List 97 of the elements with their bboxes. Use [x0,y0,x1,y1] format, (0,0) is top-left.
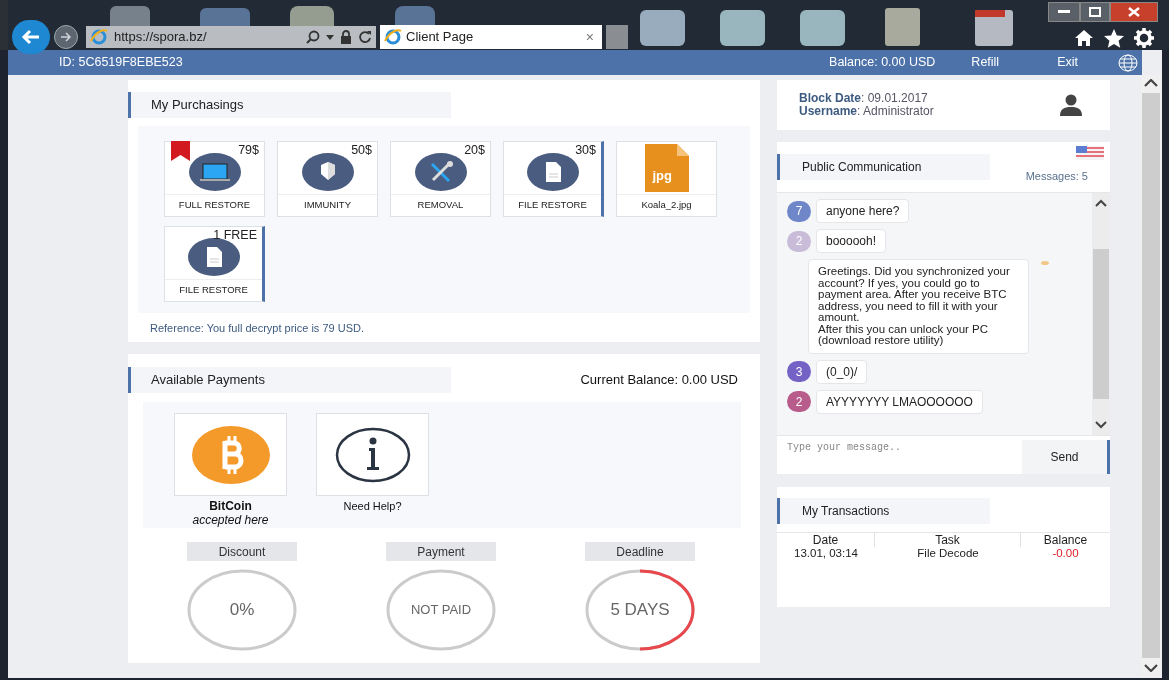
gauge-label: Deadline [585,542,695,561]
column-header: Date [777,533,875,547]
status-icon [1041,261,1049,265]
avatar-badge: 2 [787,391,811,412]
arrow-left-icon [21,29,41,45]
refresh-icon[interactable] [358,30,372,44]
document-icon [526,153,579,191]
gauge-value: NOT PAID [410,601,472,620]
price-text: 50$ [351,143,372,157]
image-file-icon [642,144,691,192]
chat-message: Greetings. Did you synchronized your account? If yes, you could go to payment area. After you receive BTC address, you need to fill it with your amount. After this you can unlock your PC (download restore utility) [808,259,1029,354]
browser-logo-icon [90,29,108,45]
gauge-label: Payment [386,542,496,561]
block-date: Block Date: 09.01.2017 [799,92,929,105]
payment-note: accepted here [192,513,269,527]
tools-icon [414,153,467,191]
arrow-right-icon [60,32,72,42]
browser-logo-icon [384,29,402,45]
laptop-icon [188,153,241,191]
avatar-badge: 3 [787,361,811,382]
product-tile[interactable]: 79$ FULL RESTORE [164,141,265,217]
nav-link[interactable]: Refill [971,53,1000,72]
section-header: Available Payments [128,367,451,393]
gauge-value: 0% [229,599,255,622]
home-icon[interactable] [1074,29,1094,47]
close-tab-button[interactable]: × [581,26,598,48]
shield-icon [301,153,354,191]
search-icon[interactable] [306,30,320,44]
payment-name: BitCoin [209,499,252,513]
price-text: 30$ [575,143,596,157]
product-label: REMOVAL [391,194,490,216]
scroll-down-icon[interactable] [1095,421,1107,429]
current-balance: Current Balance: 0.00 USD [580,371,738,390]
nav-link[interactable]: Exit [1057,53,1078,72]
tab-strip-block [606,25,628,49]
scroll-down-icon[interactable] [1144,664,1158,672]
payment-option[interactable] [316,413,429,496]
section-header: Public Communication [777,154,990,180]
table-cell-text: 13.01, 03:14 [793,547,859,560]
lock-icon [340,30,352,44]
minimize-button[interactable] [1048,2,1080,22]
balance-text: Balance: 0.00 USD [829,54,936,72]
address-bar[interactable]: https://spora.bz/ [86,26,376,48]
close-button[interactable] [1110,2,1158,22]
product-tile[interactable]: 30$ FILE RESTORE [503,141,604,217]
flag-icon [1076,146,1104,160]
globe-icon[interactable] [1118,53,1138,72]
tab-title: Client Page [406,28,475,47]
column-header: Balance [1042,533,1089,547]
gauge-value: 5 DAYS [610,599,670,622]
page-scrollbar[interactable] [1141,75,1161,678]
chat-message: (0_0)/ [816,359,868,384]
product-label: FULL RESTORE [165,194,264,216]
client-id: ID: 5C6519F8EBE523 [59,54,183,72]
minimize-icon [1058,10,1070,14]
dropdown-icon[interactable] [326,34,334,40]
chat-message: anyone here? [816,199,910,223]
user-icon [1060,94,1082,116]
settings-icon[interactable] [1134,28,1154,48]
section-header: My Transactions [777,498,990,524]
gauge-label: Discount [187,542,297,561]
product-tile[interactable]: jpg Koala_2.jpg [616,141,717,217]
message-input[interactable]: Type your message.. [777,440,1022,474]
product-label: Koala_2.jpg [617,194,716,216]
maximize-button[interactable] [1080,2,1110,22]
username: Username: Administrator [799,105,935,118]
product-label: FILE RESTORE [504,194,601,216]
document-icon [187,238,240,276]
price-text: 20$ [464,143,485,157]
browser-tab[interactable]: Client Page × [380,25,602,49]
star-icon[interactable] [1104,28,1124,48]
avatar-badge: 2 [787,230,811,252]
table-cell-text: File Decode [916,547,980,560]
product-tile[interactable]: 20$ REMOVAL [390,141,491,217]
maximize-icon [1089,7,1101,17]
file-type-text: jpg [652,167,672,185]
product-tile[interactable]: 50$ IMMUNITY [277,141,378,217]
scroll-up-icon[interactable] [1095,199,1107,207]
chat-message: boooooh! [816,229,887,253]
price-text: 79$ [238,143,259,157]
url-text: https://spora.bz/ [114,28,208,47]
payment-name: Need Help? [343,499,402,513]
chat-message: AYYYYYYY LMAOOOOOO [816,389,983,414]
column-header: Task [875,533,1021,547]
table-cell-text: -0.00 [1051,547,1080,560]
messages-count: Messages: 5 [1025,169,1088,184]
scroll-up-icon[interactable] [1144,79,1158,87]
info-icon [334,426,411,483]
product-label: FILE RESTORE [165,279,262,301]
close-icon [1128,7,1140,17]
scrollbar[interactable] [1092,193,1110,435]
reference-text: Reference: You full decrypt price is 79 USD. [150,321,365,336]
product-label: IMMUNITY [278,194,377,216]
section-header: My Purchasings [128,92,451,118]
avatar-badge: 7 [787,200,811,222]
send-button[interactable]: Send [1022,440,1110,474]
bitcoin-icon [191,425,270,484]
